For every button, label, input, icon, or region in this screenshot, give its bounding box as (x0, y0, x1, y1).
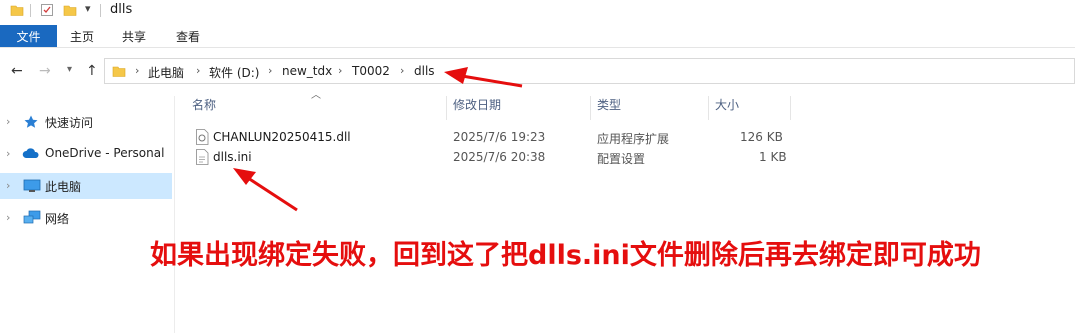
chevron-right-icon[interactable]: › (135, 64, 139, 77)
breadcrumb-new-tdx[interactable]: new_tdx (282, 64, 332, 78)
expand-arrow-icon[interactable]: › (6, 115, 10, 128)
expand-arrow-icon[interactable]: › (6, 179, 10, 192)
customize-toolbar-icon[interactable]: ▾ (85, 2, 91, 15)
dll-file-icon (196, 129, 209, 145)
forward-icon[interactable]: → (39, 63, 51, 79)
column-header-size[interactable]: 大小 (715, 96, 739, 118)
tab-home[interactable]: 主页 (70, 28, 94, 45)
column-divider[interactable] (790, 96, 791, 120)
sidebar-item-network[interactable]: › 网络 (0, 205, 172, 231)
file-row[interactable]: CHANLUN20250415.dll 2025/7/6 19:23 应用程序扩… (190, 127, 790, 147)
sidebar-item-quick-access[interactable]: › 快速访问 (0, 109, 172, 135)
title-bar: ▾ dlls (0, 0, 1075, 22)
annotation-text: 如果出现绑定失败，回到这了把dlls.ini文件删除后再去绑定即可成功 (150, 240, 981, 271)
sidebar-item-label: OneDrive - Personal (45, 146, 165, 160)
file-name[interactable]: CHANLUN20250415.dll (213, 130, 351, 144)
folder-icon (112, 66, 126, 77)
file-size: 1 KB (759, 150, 787, 164)
chevron-right-icon[interactable]: › (400, 64, 404, 77)
navigation-bar: ← → ▾ ↑ › 此电脑 › 软件 (D:) › new_tdx › T000… (0, 56, 1075, 86)
cloud-icon (22, 148, 39, 158)
tab-share[interactable]: 共享 (122, 28, 146, 45)
file-modified: 2025/7/6 19:23 (453, 130, 546, 144)
navigation-pane: › 快速访问 › OneDrive - Personal › 此电脑 › 网络 (0, 96, 175, 333)
file-size: 126 KB (740, 130, 783, 144)
sidebar-item-label: 网络 (45, 212, 70, 226)
column-header-name[interactable]: 名称 (192, 96, 216, 118)
properties-icon[interactable] (40, 3, 54, 17)
sidebar-item-this-pc[interactable]: › 此电脑 (0, 173, 172, 199)
breadcrumb-dlls[interactable]: dlls (414, 64, 435, 78)
up-icon[interactable]: ↑ (86, 63, 98, 79)
file-name[interactable]: dlls.ini (213, 150, 252, 164)
sort-ascending-icon: ︿ (311, 90, 321, 101)
breadcrumb-drive[interactable]: 软件 (D:) (209, 64, 259, 81)
column-divider[interactable] (446, 96, 447, 120)
sidebar-item-label: 此电脑 (45, 180, 82, 194)
expand-arrow-icon[interactable]: › (6, 211, 10, 224)
recent-locations-icon[interactable]: ▾ (67, 64, 72, 75)
title-divider (30, 4, 31, 17)
ribbon-tabs: 文件 主页 共享 查看 (0, 25, 1075, 48)
sidebar-item-label: 快速访问 (45, 116, 94, 130)
ini-file-icon (196, 149, 209, 165)
chevron-right-icon[interactable]: › (338, 64, 342, 77)
sidebar-item-onedrive[interactable]: › OneDrive - Personal (0, 141, 172, 167)
file-row[interactable]: dlls.ini 2025/7/6 20:38 配置设置 1 KB (190, 147, 790, 167)
window-title: dlls (110, 2, 133, 17)
address-bar[interactable]: › 此电脑 › 软件 (D:) › new_tdx › T0002 › dlls (104, 58, 1075, 84)
tab-file[interactable]: 文件 (0, 25, 57, 47)
arrow-to-ini-file (233, 168, 298, 212)
file-type: 应用程序扩展 (597, 132, 670, 146)
tab-view[interactable]: 查看 (176, 28, 200, 45)
expand-arrow-icon[interactable]: › (6, 147, 10, 160)
chevron-right-icon[interactable]: › (268, 64, 272, 77)
title-divider (100, 4, 101, 17)
monitor-icon (23, 179, 41, 192)
file-modified: 2025/7/6 20:38 (453, 150, 546, 164)
column-divider[interactable] (590, 96, 591, 120)
breadcrumb-this-pc[interactable]: 此电脑 (148, 64, 184, 81)
folder-icon (10, 5, 24, 16)
chevron-right-icon[interactable]: › (196, 64, 200, 77)
star-icon (24, 115, 38, 128)
back-icon[interactable]: ← (11, 63, 23, 79)
column-header-type[interactable]: 类型 (597, 96, 621, 118)
breadcrumb-t0002[interactable]: T0002 (352, 64, 390, 78)
network-icon (23, 210, 41, 224)
new-folder-icon[interactable] (63, 3, 77, 17)
column-header-modified[interactable]: 修改日期 (453, 96, 501, 118)
file-type: 配置设置 (597, 152, 646, 166)
column-divider[interactable] (708, 96, 709, 120)
